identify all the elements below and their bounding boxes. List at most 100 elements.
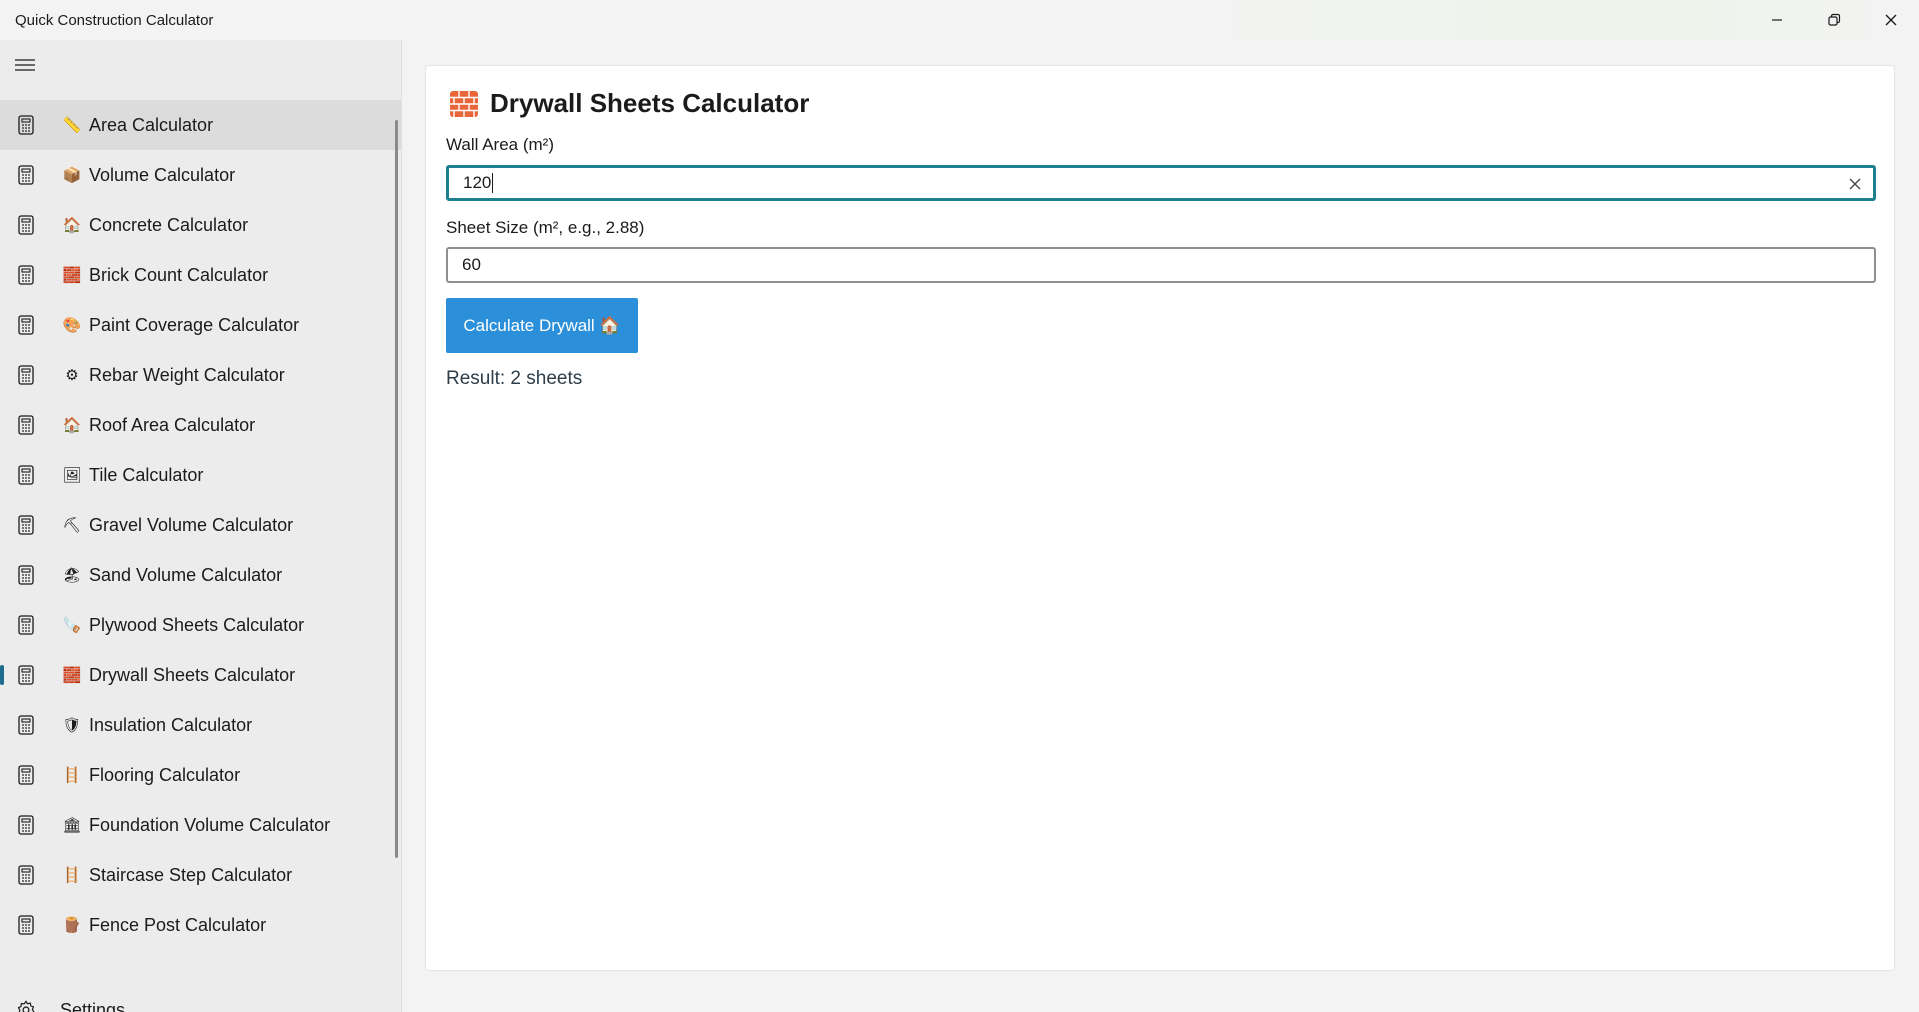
sidebar-item-paint-coverage-calculator[interactable]: 🎨 Paint Coverage Calculator (0, 300, 401, 350)
calculator-icon (18, 515, 34, 535)
calculator-icon (18, 665, 34, 685)
calculator-icon (18, 615, 34, 635)
calculator-icon (18, 165, 34, 185)
sidebar-item-label: Roof Area Calculator (89, 414, 256, 435)
calculator-icon (18, 715, 34, 735)
sidebar-item-concrete-calculator[interactable]: 🏠 Concrete Calculator (0, 200, 401, 250)
calculator-icon (18, 115, 34, 135)
sidebar-item-tile-calculator[interactable]: 🖼 Tile Calculator (0, 450, 401, 500)
restore-icon (1827, 13, 1840, 26)
calculator-icon (18, 815, 34, 835)
nav-emoji-icon: ⚙ (65, 367, 79, 384)
calculator-icon (18, 865, 34, 885)
app-window: Quick Construction Calculator 📏 Area Cal… (0, 0, 1919, 1012)
sidebar-item-label: Plywood Sheets Calculator (89, 614, 305, 635)
nav-emoji-icon: 🪜 (62, 767, 82, 784)
settings-nav-item[interactable]: Settings (0, 985, 401, 1012)
calculator-icon (18, 415, 34, 435)
sidebar-item-label: Flooring Calculator (89, 764, 241, 785)
sidebar-item-label: Tile Calculator (89, 464, 204, 485)
sidebar-item-label: Foundation Volume Calculator (89, 814, 331, 835)
sidebar-scrollbar[interactable] (395, 120, 398, 858)
window-title: Quick Construction Calculator (15, 11, 214, 29)
text-caret (492, 173, 494, 193)
sidebar-item-label: Drywall Sheets Calculator (89, 664, 296, 685)
sidebar-item-label: Fence Post Calculator (89, 914, 267, 935)
sidebar-item-brick-count-calculator[interactable]: 🧱 Brick Count Calculator (0, 250, 401, 300)
hamburger-menu-button[interactable] (12, 54, 38, 76)
sidebar-item-label: Gravel Volume Calculator (89, 514, 294, 535)
sidebar-item-label: Sand Volume Calculator (89, 564, 283, 585)
sheet-size-value: 60 (462, 255, 481, 274)
gear-icon (17, 1000, 35, 1012)
window-controls (1748, 0, 1919, 40)
hamburger-icon (15, 59, 35, 71)
nav-list: 📏 Area Calculator 📦 Volume Calculator 🏠 Concr… (0, 100, 401, 950)
clear-icon[interactable] (1847, 176, 1863, 192)
calculate-drywall-button[interactable]: Calculate Drywall 🏠 (446, 298, 638, 353)
sidebar-item-label: Staircase Step Calculator (89, 864, 293, 885)
sidebar-item-sand-volume-calculator[interactable]: 🏖 Sand Volume Calculator (0, 550, 401, 600)
nav-emoji-icon: 🏖 (62, 567, 82, 584)
sidebar-item-fence-post-calculator[interactable]: 🪵 Fence Post Calculator (0, 900, 401, 950)
sidebar-item-label: Rebar Weight Calculator (89, 364, 285, 385)
calculator-icon (18, 365, 34, 385)
nav-emoji-icon: 🪚 (62, 617, 82, 634)
sidebar-item-gravel-volume-calculator[interactable]: ⛏ Gravel Volume Calculator (0, 500, 401, 550)
selection-indicator (0, 665, 4, 685)
sidebar-item-flooring-calculator[interactable]: 🪜 Flooring Calculator (0, 750, 401, 800)
calculator-icon (18, 915, 34, 935)
navigation-pane: 📏 Area Calculator 📦 Volume Calculator 🏠 Concr… (0, 40, 401, 1012)
nav-emoji-icon: ⛏ (62, 517, 82, 534)
sidebar-item-drywall-sheets-calculator[interactable]: 🧱 Drywall Sheets Calculator (0, 650, 401, 700)
sidebar-item-roof-area-calculator[interactable]: 🏠 Roof Area Calculator (0, 400, 401, 450)
page-title: Drywall Sheets Calculator (490, 88, 810, 118)
close-button[interactable] (1862, 0, 1919, 40)
nav-emoji-icon: 🏠 (62, 417, 82, 434)
close-icon (1885, 14, 1896, 26)
sidebar-item-rebar-weight-calculator[interactable]: ⚙ Rebar Weight Calculator (0, 350, 401, 400)
nav-emoji-icon: 🛡 (62, 717, 82, 734)
sidebar-item-label: Insulation Calculator (89, 714, 253, 735)
calculator-icon (18, 315, 34, 335)
sidebar-item-label: Area Calculator (89, 114, 214, 135)
sheet-size-input[interactable]: 60 (446, 247, 1876, 283)
nav-emoji-icon: 🖼 (62, 467, 82, 484)
calculator-icon (18, 565, 34, 585)
result-text: Result: 2 sheets (446, 368, 583, 389)
calculator-icon (18, 215, 34, 235)
minimize-button[interactable] (1748, 0, 1805, 40)
nav-emoji-icon: 🪵 (62, 917, 82, 934)
nav-emoji-icon: 🏠 (62, 217, 82, 234)
content-frame: Drywall Sheets Calculator Wall Area (m²)… (425, 65, 1895, 971)
wall-area-input[interactable]: 120 (446, 165, 1876, 201)
sidebar-item-label: Concrete Calculator (89, 214, 249, 235)
wall-area-value: 120 (463, 173, 492, 192)
sidebar-item-foundation-volume-calculator[interactable]: 🏛 Foundation Volume Calculator (0, 800, 401, 850)
sidebar-item-label: Volume Calculator (89, 164, 236, 185)
restore-button[interactable] (1805, 0, 1862, 40)
calculator-icon (18, 265, 34, 285)
sidebar-item-label: Paint Coverage Calculator (89, 314, 300, 335)
sheet-size-label: Sheet Size (m², e.g., 2.88) (446, 218, 645, 237)
nav-emoji-icon: 🧱 (62, 267, 82, 284)
sidebar-item-plywood-sheets-calculator[interactable]: 🪚 Plywood Sheets Calculator (0, 600, 401, 650)
nav-emoji-icon: 🎨 (62, 317, 82, 334)
calculator-icon (18, 465, 34, 485)
sidebar-item-insulation-calculator[interactable]: 🛡 Insulation Calculator (0, 700, 401, 750)
nav-emoji-icon: 📏 (62, 117, 82, 134)
calculator-icon (18, 765, 34, 785)
sidebar-item-area-calculator[interactable]: 📏 Area Calculator (0, 100, 401, 150)
brick-icon (450, 90, 478, 117)
wall-area-label: Wall Area (m²) (446, 135, 554, 154)
nav-emoji-icon: 📦 (62, 167, 82, 184)
sidebar-item-staircase-step-calculator[interactable]: 🪜 Staircase Step Calculator (0, 850, 401, 900)
sidebar-item-volume-calculator[interactable]: 📦 Volume Calculator (0, 150, 401, 200)
title-bar: Quick Construction Calculator (0, 0, 1919, 40)
nav-emoji-icon: 🏛 (62, 817, 82, 834)
minimize-icon (1771, 19, 1782, 21)
sidebar-item-label: Brick Count Calculator (89, 264, 269, 285)
settings-label: Settings (60, 999, 126, 1012)
page-heading: Drywall Sheets Calculator (450, 88, 809, 119)
nav-emoji-icon: 🪜 (62, 867, 82, 884)
